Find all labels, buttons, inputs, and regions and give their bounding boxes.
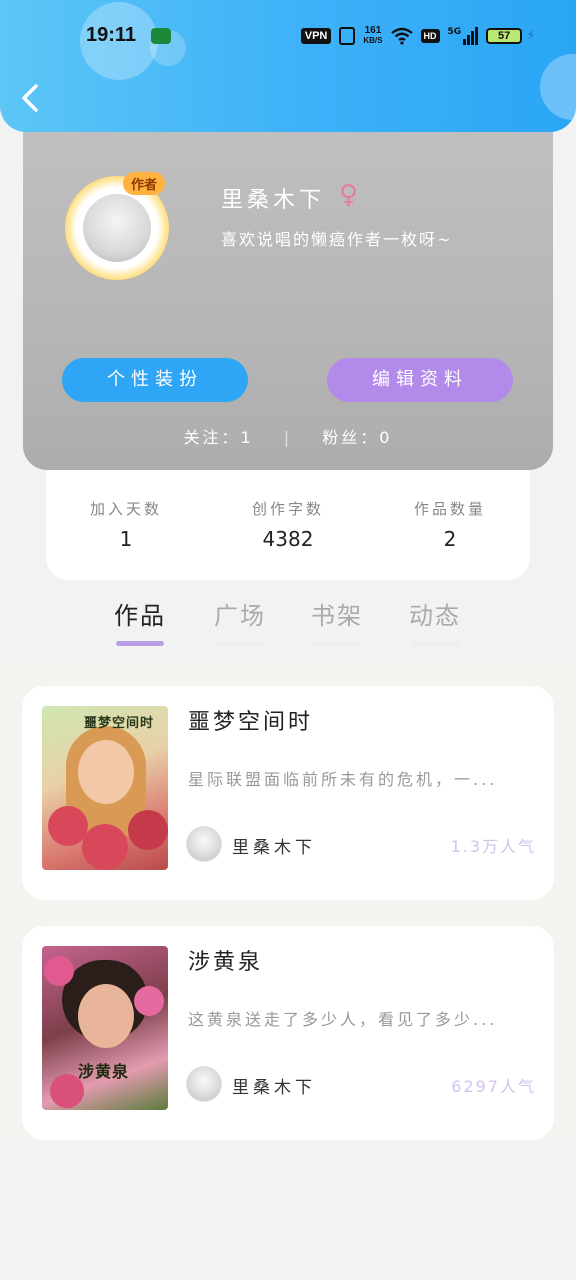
avatar[interactable]: 作者: [61, 172, 173, 284]
author-avatar: [186, 1066, 222, 1102]
user-bio: 喜欢说唱的懒癌作者一枚呀~: [221, 230, 453, 249]
username: 里桑木下: [221, 188, 326, 213]
tab-bookshelf[interactable]: 书架: [297, 596, 377, 646]
stat-label: 创作字数: [251, 500, 324, 518]
stat-works-count: 作品数量 2: [390, 498, 510, 551]
cover-illustration: [82, 824, 128, 870]
top-header: 19:11 VPN 161 KB/S HD 5G 57 ⚡: [0, 0, 576, 132]
stat-label: 加入天数: [89, 500, 162, 518]
tab-label: 广场: [214, 602, 266, 630]
avatar-image: [83, 194, 151, 262]
app-notification-icon: [151, 28, 171, 44]
net-speed: 161 KB/S: [363, 26, 382, 46]
chevron-left-icon: [22, 84, 38, 112]
tab-indicator: [313, 641, 361, 646]
tab-works[interactable]: 作品: [100, 596, 180, 646]
profile-tabs: 作品 广场 书架 动态: [0, 596, 576, 656]
signal-label: 5G: [447, 27, 462, 37]
work-card[interactable]: 涉黄泉 涉黄泉 这黄泉送走了多少人，看见了多少... 里桑木下 6297人气: [22, 926, 554, 1140]
fans-link[interactable]: 粉丝：0: [322, 428, 392, 447]
female-gender-icon: ♀: [339, 180, 359, 210]
work-card[interactable]: 噩梦空间时 噩梦空间时 星际联盟面临前所未有的危机，一... 里桑木下 1.3万…: [22, 686, 554, 900]
author-name: 里桑木下: [232, 838, 316, 858]
popularity-count: 1.3万人气: [450, 837, 536, 856]
divider: |: [283, 428, 293, 447]
work-author-row: 里桑木下 1.3万人气: [186, 826, 536, 866]
work-description: 这黄泉送走了多少人，看见了多少...: [188, 1010, 498, 1029]
stat-value: 4382: [262, 527, 314, 551]
edit-profile-button[interactable]: 编辑资料: [327, 358, 513, 402]
work-title: 涉黄泉: [188, 950, 264, 975]
net-speed-value: 161: [364, 25, 382, 36]
vpn-icon: VPN: [300, 28, 332, 44]
fans-label: 粉丝：: [322, 428, 380, 447]
popularity-count: 6297人气: [451, 1077, 536, 1096]
decorative-bubble: [540, 54, 576, 120]
wifi-icon: [390, 27, 413, 45]
status-bar: 19:11 VPN 161 KB/S HD 5G 57 ⚡: [0, 18, 576, 54]
cover-illustration: [134, 986, 164, 1016]
cover-illustration: [78, 984, 134, 1048]
profile-card: 作者 里桑木下 ♀ 喜欢说唱的懒癌作者一枚呀~ 个性装扮 编辑资料 关注：1 |…: [23, 110, 553, 470]
tab-label: 作品: [114, 602, 166, 630]
hd-icon: HD: [420, 29, 440, 43]
cover-title: 噩梦空间时: [84, 716, 155, 731]
tab-label: 书架: [311, 602, 363, 630]
follow-stats: 关注：1 | 粉丝：0: [23, 424, 553, 448]
tab-label: 动态: [409, 602, 461, 630]
signal-icon: 5G: [448, 27, 479, 45]
cover-illustration: [44, 956, 74, 986]
following-label: 关注：: [183, 428, 241, 447]
author-avatar: [186, 826, 222, 862]
work-title: 噩梦空间时: [188, 710, 314, 735]
status-time: 19:11: [86, 24, 137, 46]
personalize-button[interactable]: 个性装扮: [62, 358, 248, 402]
book-cover: 涉黄泉: [42, 946, 168, 1110]
nfc-icon: [339, 27, 356, 45]
tab-activity[interactable]: 动态: [395, 596, 475, 646]
tab-indicator: [411, 641, 459, 646]
stat-join-days: 加入天数 1: [66, 498, 186, 551]
tab-indicator: [116, 641, 164, 646]
stat-word-count: 创作字数 4382: [228, 498, 348, 551]
net-speed-unit: KB/S: [363, 36, 383, 45]
cover-title: 涉黄泉: [78, 1062, 130, 1081]
work-description: 星际联盟面临前所未有的危机，一...: [188, 770, 498, 789]
author-badge: 作者: [123, 172, 166, 195]
author-name: 里桑木下: [232, 1078, 316, 1098]
book-cover: 噩梦空间时: [42, 706, 168, 870]
stat-value: 1: [119, 527, 133, 551]
tab-square[interactable]: 广场: [200, 596, 280, 646]
work-author-row: 里桑木下 6297人气: [186, 1066, 536, 1106]
back-button[interactable]: [18, 82, 48, 118]
cover-illustration: [78, 740, 134, 804]
cover-illustration: [128, 810, 168, 850]
following-link[interactable]: 关注：1: [184, 428, 262, 447]
stat-value: 2: [443, 527, 457, 551]
fans-count: 0: [379, 428, 393, 447]
charging-icon: ⚡: [526, 28, 536, 44]
following-count: 1: [240, 428, 254, 447]
status-icons: VPN 161 KB/S HD 5G 57 ⚡: [300, 24, 536, 48]
battery-icon: 57: [486, 28, 523, 44]
tab-indicator: [216, 641, 264, 646]
stat-label: 作品数量: [413, 500, 486, 518]
